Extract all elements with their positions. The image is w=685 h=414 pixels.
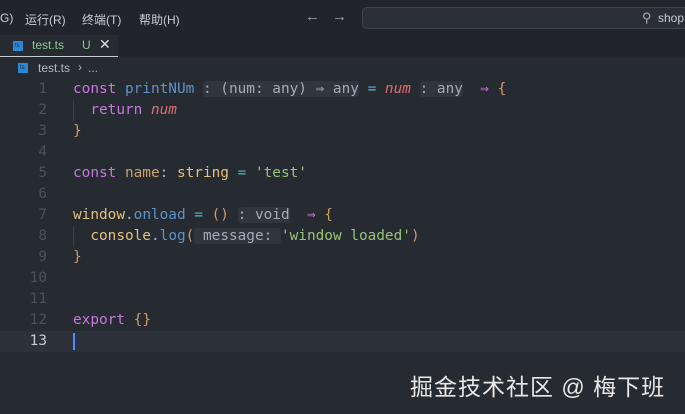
forward-arrow-icon[interactable]: → xyxy=(332,8,347,25)
code-token-keyword: export xyxy=(73,312,134,328)
line-number: 8 xyxy=(38,228,47,244)
line-text: const printNUm : (num: any) ⇒ any = num … xyxy=(73,79,506,100)
code-token-plain: : xyxy=(159,165,177,181)
line-number: 13 xyxy=(29,333,47,349)
inlay-hint: : (num: any) ⇒ any xyxy=(202,81,359,97)
code-line[interactable]: 11 xyxy=(0,289,685,310)
line-number: 2 xyxy=(38,102,47,118)
text-cursor xyxy=(73,333,75,350)
code-line[interactable]: 1 const printNUm : (num: any) ⇒ any = num… xyxy=(0,79,685,100)
code-token-brace: {} xyxy=(133,312,151,328)
code-line[interactable]: 3} xyxy=(0,121,685,142)
breadcrumb-file[interactable]: test.ts xyxy=(38,61,70,75)
title-bar: G) 运行(R) 终端(T) 帮助(H) ← → ⚲ shop xyxy=(0,0,685,35)
code-token-keyword: ⇒ xyxy=(289,207,325,223)
code-token-string: 'window loaded' xyxy=(280,228,411,244)
menu-item-prev[interactable]: G) xyxy=(0,11,13,25)
tab-label: test.ts xyxy=(32,38,65,52)
line-text: window.onload = () : void ⇒ { xyxy=(73,205,333,226)
watermark: 掘金技术社区 @ 梅下班 xyxy=(410,374,666,400)
inlay-hint: : void xyxy=(237,207,290,223)
close-icon[interactable]: ✕ xyxy=(99,36,111,53)
code-line[interactable]: 7 window.onload = () : void ⇒ { xyxy=(0,205,685,226)
code-token-plain: . xyxy=(124,207,134,223)
typescript-file-icon xyxy=(18,63,28,73)
line-number: 5 xyxy=(38,165,47,181)
code-line[interactable]: 10 xyxy=(0,268,685,289)
code-line[interactable]: 5 const name: string = 'test' xyxy=(0,163,685,184)
line-text: return num xyxy=(73,100,177,121)
search-icon: ⚲ xyxy=(642,10,652,25)
code-line[interactable]: 2 return num xyxy=(0,100,685,121)
code-line[interactable]: 12 export {} xyxy=(0,310,685,331)
chevron-right-icon: › xyxy=(78,60,82,74)
back-arrow-icon[interactable]: ← xyxy=(305,8,320,25)
code-editor[interactable]: 1 const printNUm : (num: any) ⇒ any = num… xyxy=(0,79,685,352)
tab-bar: test.ts U ✕ xyxy=(0,35,685,57)
breadcrumb: test.ts › ... xyxy=(0,57,685,79)
code-token-brace: ) xyxy=(410,228,420,244)
code-line[interactable]: 13 xyxy=(0,331,685,352)
code-token-brace: } xyxy=(73,123,82,139)
code-token-param: num xyxy=(384,81,411,97)
code-token-op: = xyxy=(185,207,212,223)
line-number: 9 xyxy=(38,249,47,265)
line-number: 6 xyxy=(38,186,47,202)
code-token-keyword: const xyxy=(73,81,125,97)
typescript-file-icon xyxy=(13,41,23,51)
line-number: 4 xyxy=(38,144,47,160)
code-line[interactable]: 4 xyxy=(0,142,685,163)
inlay-hint: message: xyxy=(194,228,281,244)
breadcrumb-symbols[interactable]: ... xyxy=(88,61,98,75)
code-line[interactable]: 9} xyxy=(0,247,685,268)
code-token-brace: { xyxy=(497,81,507,97)
code-token-keyword: ⇒ xyxy=(462,81,498,97)
code-token-keyword: return xyxy=(73,102,151,118)
code-line[interactable]: 6 xyxy=(0,184,685,205)
line-text: const name: string = 'test' xyxy=(73,163,307,184)
code-token-brace: () xyxy=(211,207,229,223)
command-search-box[interactable]: ⚲ shop xyxy=(362,7,685,29)
code-token-op: = xyxy=(358,81,385,97)
code-token-keyword: const xyxy=(73,165,125,181)
code-token-type: console xyxy=(73,228,151,244)
code-token-func: log xyxy=(159,228,186,244)
line-text: } xyxy=(73,247,82,268)
line-number: 12 xyxy=(29,312,47,328)
code-token-string: 'test' xyxy=(254,165,307,181)
code-token-param: num xyxy=(150,102,177,118)
code-token-var: name xyxy=(124,165,160,181)
line-number: 1 xyxy=(38,81,47,97)
code-token-func: onload xyxy=(133,207,186,223)
line-number: 7 xyxy=(38,207,47,223)
line-number: 11 xyxy=(29,291,47,307)
menu-item-run[interactable]: 运行(R) xyxy=(25,11,66,28)
code-line[interactable]: 8 console.log( message: 'window loaded') xyxy=(0,226,685,247)
untracked-badge: U xyxy=(82,38,91,52)
code-token-brace: } xyxy=(73,249,82,265)
line-number: 3 xyxy=(38,123,47,139)
code-token-func: printNUm xyxy=(124,81,195,97)
menu-item-terminal[interactable]: 终端(T) xyxy=(82,11,121,28)
inlay-hint: : any xyxy=(419,81,463,97)
code-token-plain: . xyxy=(150,228,160,244)
code-token-type: window xyxy=(73,207,125,223)
code-token-op: = xyxy=(228,165,255,181)
line-number: 10 xyxy=(29,270,47,286)
search-text: shop xyxy=(658,11,685,25)
line-text: console.log( message: 'window loaded') xyxy=(73,226,420,247)
menu-item-help[interactable]: 帮助(H) xyxy=(139,11,180,28)
code-token-brace: { xyxy=(324,207,333,223)
tab-test-ts[interactable]: test.ts U ✕ xyxy=(0,35,118,57)
code-token-type: string xyxy=(176,165,229,181)
line-text: } xyxy=(73,121,82,142)
line-text: export {} xyxy=(73,310,151,331)
